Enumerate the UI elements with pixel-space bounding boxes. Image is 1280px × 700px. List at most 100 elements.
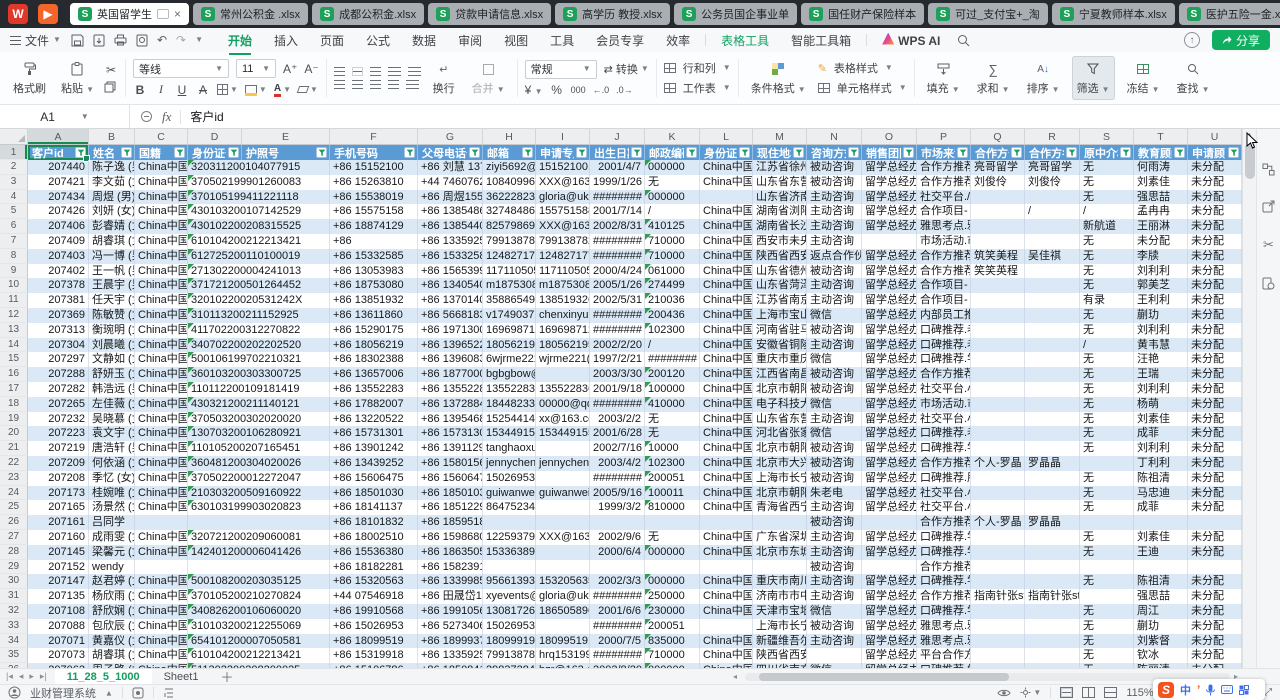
cell[interactable]: 天津市宝坻 — [753, 604, 807, 619]
doc-tab[interactable]: S医护五险一金.xlsx — [1179, 3, 1280, 25]
cell[interactable]: 合作方推荐 — [917, 367, 971, 382]
last-sheet-icon[interactable]: ▸| — [40, 671, 47, 682]
cell[interactable]: 主动咨询 — [807, 634, 862, 649]
cell[interactable]: +86 13053983 — [330, 264, 418, 279]
cell[interactable]: 207381 — [28, 293, 89, 308]
cell[interactable]: +86 18056219 — [330, 338, 418, 353]
cell[interactable]: 江苏省徐州 — [753, 160, 807, 175]
cell[interactable] — [971, 397, 1025, 412]
cell[interactable]: 留学总经办 — [862, 249, 917, 264]
cell[interactable]: China中国 — [700, 456, 753, 471]
cell[interactable]: 1999/3/2 — [590, 500, 645, 515]
cell[interactable]: wjrme221( — [536, 352, 590, 367]
cell[interactable]: 411702200312270822 — [188, 323, 242, 338]
menu-item-插入[interactable]: 插入 — [263, 32, 309, 49]
cell[interactable]: +86 1598680233 — [418, 530, 483, 545]
cell[interactable]: 吕同学 — [89, 515, 135, 530]
cell[interactable]: +86 1395468251 — [418, 412, 483, 427]
column-header-U[interactable]: U — [1188, 129, 1242, 144]
cell[interactable]: 无 — [1080, 486, 1134, 501]
cell[interactable] — [1025, 219, 1080, 234]
cell[interactable]: China中国 — [135, 441, 188, 456]
percent-button[interactable]: % — [550, 83, 564, 97]
cell[interactable]: 207135 — [28, 589, 89, 604]
cell[interactable]: 未分配 — [1188, 456, 1242, 471]
cell[interactable]: China中国 — [135, 293, 188, 308]
sogou-logo-icon[interactable]: S — [1158, 682, 1174, 698]
cell[interactable]: 返点合作伙 — [807, 249, 862, 264]
cell[interactable]: China中国 — [135, 190, 188, 205]
cell[interactable]: 207147 — [28, 574, 89, 589]
cell[interactable]: China中国 — [700, 382, 753, 397]
cell[interactable]: 山东省东营 — [753, 175, 807, 190]
cell[interactable]: China中国 — [700, 308, 753, 323]
cell[interactable]: 朱老电 — [807, 486, 862, 501]
doc-tab[interactable]: S常州公积金 .xlsx — [193, 3, 308, 25]
cell[interactable]: 207108 — [28, 604, 89, 619]
cell[interactable]: 2000/6/4 — [590, 545, 645, 560]
number-format-select[interactable]: 常规▼ — [525, 60, 597, 79]
cell[interactable]: 未分配 — [1188, 219, 1242, 234]
cell[interactable]: 社交平台./ — [917, 190, 971, 205]
copy-button[interactable] — [104, 81, 118, 93]
cell[interactable]: 000000 — [645, 545, 700, 560]
column-header-A[interactable]: A — [28, 129, 89, 144]
panel-export-icon[interactable] — [1262, 200, 1275, 213]
column-header-D[interactable]: D — [188, 129, 242, 144]
cell[interactable]: 主动咨询 — [807, 589, 862, 604]
cell[interactable]: 新疆维吾尔 — [753, 634, 807, 649]
align-top-button[interactable] — [334, 67, 345, 76]
cell[interactable]: 留学总经办 — [862, 278, 917, 293]
cell[interactable]: 430103200107142529 — [188, 204, 242, 219]
align-center-button[interactable] — [352, 80, 363, 89]
cell[interactable]: +44 7460762888 — [418, 175, 483, 190]
cell[interactable]: +86 18182281 — [330, 560, 418, 575]
cell[interactable]: China中国 — [135, 471, 188, 486]
font-size-select[interactable]: 11▼ — [236, 59, 276, 78]
cell[interactable] — [700, 515, 753, 530]
cell[interactable]: 主动咨询 — [807, 412, 862, 427]
cell[interactable]: +86 1391129694 — [418, 441, 483, 456]
cell[interactable]: 北京市东城 — [753, 545, 807, 560]
cell[interactable]: 207403 — [28, 249, 89, 264]
cell[interactable] — [1025, 264, 1080, 279]
cell[interactable]: +86 15152100 — [330, 160, 418, 175]
cell[interactable] — [971, 486, 1025, 501]
cell[interactable]: 桂婉唯 (女 — [89, 486, 135, 501]
history-caret-icon[interactable]: ▼ — [195, 36, 203, 44]
sheet-tab[interactable]: Sheet1 — [152, 669, 211, 685]
cell[interactable]: 207152 — [28, 560, 89, 575]
cell[interactable]: bgbgbow@ — [483, 367, 536, 382]
panel-shapes-icon[interactable] — [1262, 163, 1275, 176]
doc-tab[interactable]: S贷款申请信息.xlsx — [428, 3, 551, 25]
merge-cells-button[interactable]: 合并 ▼ — [467, 56, 510, 100]
cell[interactable]: 重庆市南川 — [753, 574, 807, 589]
page-break-view-button[interactable] — [1104, 687, 1117, 698]
cell[interactable]: 无 — [645, 530, 700, 545]
cell[interactable]: 未分配 — [1188, 323, 1242, 338]
header-cell[interactable]: 国籍 — [135, 145, 188, 160]
cell[interactable]: xyevents@ — [483, 589, 536, 604]
cell[interactable]: 留学总经办 — [862, 204, 917, 219]
cell[interactable] — [971, 190, 1025, 205]
cell[interactable]: 市场活动.市 — [917, 397, 971, 412]
doc-tab[interactable]: S高学历 教授.xlsx — [555, 3, 670, 25]
cell[interactable]: 留学总经办 — [862, 589, 917, 604]
filter-ribbon-button[interactable]: 筛选 ▼ — [1072, 56, 1115, 100]
filter-button[interactable] — [75, 147, 86, 158]
column-header-G[interactable]: G — [418, 129, 483, 144]
column-header-L[interactable]: L — [700, 129, 753, 144]
cell[interactable]: 无 — [1080, 545, 1134, 560]
cell[interactable] — [242, 648, 330, 663]
cell[interactable]: 210036 — [645, 293, 700, 308]
cell[interactable]: 留学总经办 — [862, 367, 917, 382]
cell[interactable]: China中国 — [700, 441, 753, 456]
sheet-tab[interactable]: 11_28_5_1000 — [55, 669, 152, 685]
cell[interactable]: 筑笑美程 — [971, 249, 1025, 264]
cell[interactable]: 2002/3/3 — [590, 574, 645, 589]
cell[interactable]: 340826200106060020 — [188, 604, 242, 619]
cell[interactable]: 410000 — [645, 397, 700, 412]
cell[interactable]: 169698712 — [536, 323, 590, 338]
cell[interactable]: 200051 — [645, 619, 700, 634]
cell[interactable]: China中国 — [700, 574, 753, 589]
